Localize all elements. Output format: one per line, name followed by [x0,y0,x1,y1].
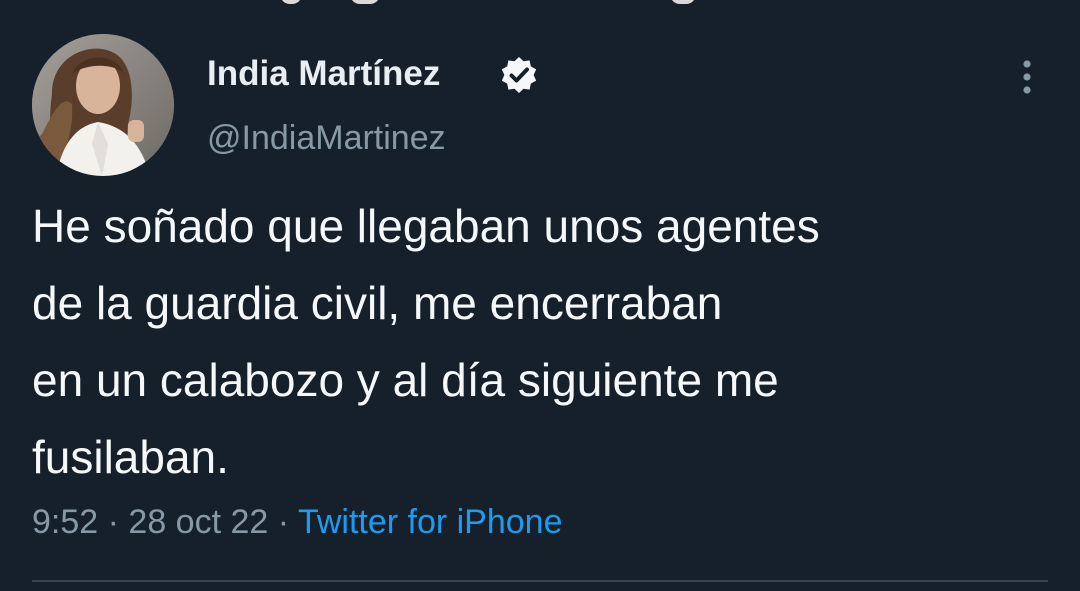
tweet-source-link[interactable]: Twitter for iPhone [298,503,563,541]
tweet-time[interactable]: 9:52 [32,503,98,541]
tweet-date[interactable]: 28 oct 22 [128,503,268,541]
divider [32,580,1048,582]
more-vertical-icon[interactable] [1012,56,1042,98]
meta-separator: · [107,503,119,541]
tweet-metadata: 9:52 · 28 oct 22 · Twitter for iPhone [32,500,563,544]
previous-content-fragment [240,0,740,4]
avatar[interactable] [32,34,174,176]
author-handle[interactable]: @IndiaMartinez [207,118,446,158]
meta-separator: · [277,503,290,541]
tweet-detail-view: India Martínez @IndiaMartinez He soñado … [0,0,1080,591]
verified-badge-icon [501,57,537,93]
tweet-text: He soñado que llegaban unos agentes de l… [32,200,820,483]
author-display-name[interactable]: India Martínez [207,54,440,94]
